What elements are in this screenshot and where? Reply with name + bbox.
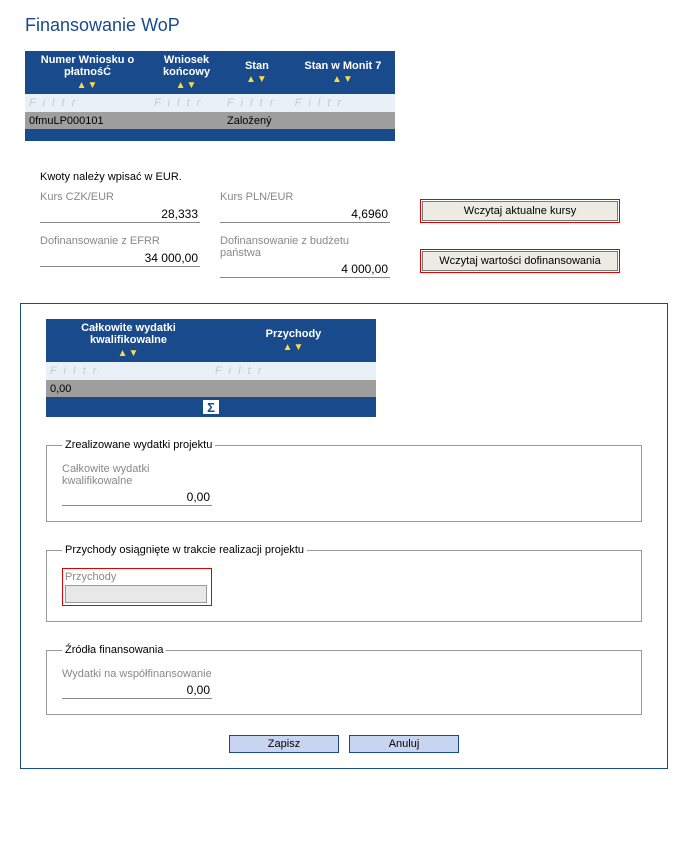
financing-sources-legend: Źródła finansowania xyxy=(62,644,166,656)
income-highlight: Przychody xyxy=(62,568,212,606)
budget-label: Dofinansowanie z budżetu państwa xyxy=(220,235,390,259)
efrr-label: Dofinansowanie z EFRR xyxy=(40,235,200,248)
col-label: Stan xyxy=(245,60,269,72)
rate-czk-value: 28,333 xyxy=(40,206,200,223)
total-qualified-value: 0,00 xyxy=(62,489,212,506)
filter-input[interactable]: F i l t r xyxy=(291,94,395,112)
realized-expenses-legend: Zrealizowane wydatki projektu xyxy=(62,439,215,451)
cell-final xyxy=(150,112,223,129)
rate-pln-value: 4,6960 xyxy=(220,206,390,223)
sort-icon[interactable]: ▲▼ xyxy=(50,348,207,359)
cofinancing-value: 0,00 xyxy=(62,682,212,699)
budget-field: Dofinansowanie z budżetu państwa 4 000,0… xyxy=(220,235,390,278)
col-label: Numer Wniosku o płatnośĆ xyxy=(41,54,135,78)
sort-icon[interactable]: ▲▼ xyxy=(227,74,287,85)
budget-value: 4 000,00 xyxy=(220,261,390,278)
payment-request-table: Numer Wniosku o płatnośĆ ▲▼ Wniosek końc… xyxy=(25,51,395,141)
total-qualified-label: Całkowite wydatki kwalifikowalne xyxy=(62,463,212,487)
expenses-table: Całkowite wydatki kwalifikowalne ▲▼ Przy… xyxy=(46,319,376,417)
rate-czk-field: Kurs CZK/EUR 28,333 xyxy=(40,191,200,223)
cancel-button[interactable]: Anuluj xyxy=(349,735,459,753)
table-footer xyxy=(25,129,395,141)
cell-total: 0,00 xyxy=(46,380,211,397)
cell-income xyxy=(211,380,376,397)
rate-pln-label: Kurs PLN/EUR xyxy=(220,191,390,204)
filter-input[interactable]: F i l t r xyxy=(223,94,291,112)
sort-icon[interactable]: ▲▼ xyxy=(29,80,146,91)
load-rates-button[interactable]: Wczytaj aktualne kursy xyxy=(422,201,618,221)
income-input[interactable] xyxy=(65,585,207,603)
col-label: Stan w Monit 7 xyxy=(304,60,381,72)
income-fieldset: Przychody osiągnięte w trakcie realizacj… xyxy=(46,544,642,622)
sort-icon[interactable]: ▲▼ xyxy=(215,342,372,353)
action-buttons: Zapisz Anuluj xyxy=(46,735,642,753)
col-total-expenses[interactable]: Całkowite wydatki kwalifikowalne ▲▼ xyxy=(46,319,211,362)
currency-note: Kwoty należy wpisać w EUR. xyxy=(40,171,678,183)
rate-czk-label: Kurs CZK/EUR xyxy=(40,191,200,204)
realized-expenses-fieldset: Zrealizowane wydatki projektu Całkowite … xyxy=(46,439,642,522)
sort-icon[interactable]: ▲▼ xyxy=(154,80,219,91)
col-request-number[interactable]: Numer Wniosku o płatnośĆ ▲▼ xyxy=(25,51,150,94)
sigma-icon[interactable]: Σ xyxy=(202,399,220,415)
col-monit-status[interactable]: Stan w Monit 7 ▲▼ xyxy=(291,51,395,94)
cell-monit xyxy=(291,112,395,129)
cell-request-number: 0fmuLP000101 xyxy=(25,112,150,129)
filter-input[interactable]: F i l t r xyxy=(150,94,223,112)
load-cofin-highlight: Wczytaj wartości dofinansowania xyxy=(420,249,620,273)
main-panel: Całkowite wydatki kwalifikowalne ▲▼ Przy… xyxy=(20,303,668,769)
page-title: Finansowanie WoP xyxy=(25,15,678,36)
table-footer: Σ xyxy=(46,397,376,417)
sort-icon[interactable]: ▲▼ xyxy=(295,74,391,85)
col-label: Wniosek końcowy xyxy=(163,54,210,78)
col-final-request[interactable]: Wniosek końcowy ▲▼ xyxy=(150,51,223,94)
load-rates-highlight: Wczytaj aktualne kursy xyxy=(420,199,620,223)
table-row[interactable]: 0fmuLP000101 Založený xyxy=(25,112,395,129)
filter-input[interactable]: F i l t r xyxy=(46,362,211,380)
cell-status: Založený xyxy=(223,112,291,129)
filter-input[interactable]: F i l t r xyxy=(25,94,150,112)
efrr-value: 34 000,00 xyxy=(40,250,200,267)
col-label: Całkowite wydatki kwalifikowalne xyxy=(81,322,176,346)
income-legend: Przychody osiągnięte w trakcie realizacj… xyxy=(62,544,307,556)
filter-input[interactable]: F i l t r xyxy=(211,362,376,380)
col-label: Przychody xyxy=(266,328,322,340)
financing-sources-fieldset: Źródła finansowania Wydatki na współfina… xyxy=(46,644,642,715)
col-status[interactable]: Stan ▲▼ xyxy=(223,51,291,94)
table-row[interactable]: 0,00 xyxy=(46,380,376,397)
rate-pln-field: Kurs PLN/EUR 4,6960 xyxy=(220,191,390,223)
cofinancing-label: Wydatki na współfinansowanie xyxy=(62,668,212,680)
efrr-field: Dofinansowanie z EFRR 34 000,00 xyxy=(40,235,200,278)
income-label: Przychody xyxy=(65,571,209,583)
load-cofin-button[interactable]: Wczytaj wartości dofinansowania xyxy=(422,251,618,271)
col-income[interactable]: Przychody ▲▼ xyxy=(211,319,376,362)
save-button[interactable]: Zapisz xyxy=(229,735,339,753)
rates-section: Kurs CZK/EUR 28,333 Kurs PLN/EUR 4,6960 … xyxy=(40,191,678,278)
